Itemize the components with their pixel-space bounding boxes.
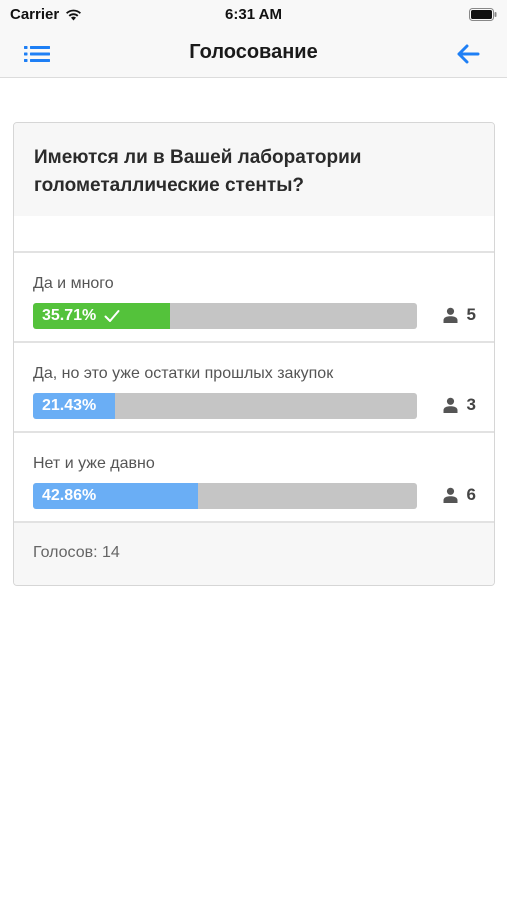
option-voters[interactable]: 6 — [443, 485, 476, 505]
option-voters[interactable]: 3 — [443, 395, 476, 415]
option-percent: 35.71% — [42, 307, 120, 325]
poll-option[interactable]: Нет и уже давно 42.86% 6 — [14, 433, 494, 523]
option-vote-count: 6 — [466, 485, 476, 504]
option-percent-text: 35.71% — [42, 307, 97, 324]
person-icon — [443, 487, 458, 503]
status-time: 6:31 AM — [225, 6, 282, 23]
person-icon — [443, 397, 458, 413]
arrow-left-icon — [457, 44, 480, 64]
battery-icon — [469, 8, 497, 21]
option-voters[interactable]: 5 — [443, 305, 476, 325]
option-progress-bar: 42.86% — [33, 483, 417, 509]
poll-option[interactable]: Да и много 35.71% 5 — [14, 253, 494, 343]
option-label: Да, но это уже остатки прошлых закупок — [33, 365, 334, 382]
option-percent-text: 21.43% — [42, 397, 97, 414]
option-label: Нет и уже давно — [33, 455, 155, 472]
navigation-bar: Голосование — [0, 30, 507, 78]
checkmark-icon — [104, 310, 120, 322]
poll-card: Имеются ли в Вашей лаборатории голометал… — [13, 122, 495, 586]
option-progress-bar: 21.43% — [33, 393, 417, 419]
option-percent: 42.86% — [42, 487, 96, 505]
option-label: Да и много — [33, 275, 114, 292]
status-bar: Carrier 6:31 AM — [0, 0, 507, 30]
person-icon — [443, 307, 458, 323]
option-vote-count: 3 — [466, 395, 476, 414]
option-progress-bar: 35.71% — [33, 303, 417, 329]
page-title: Голосование — [189, 41, 318, 63]
option-vote-count: 5 — [466, 305, 476, 324]
poll-option[interactable]: Да, но это уже остатки прошлых закупок 2… — [14, 343, 494, 433]
poll-total-votes: Голосов: 14 — [14, 523, 494, 585]
back-button[interactable] — [453, 40, 483, 68]
poll-question: Имеются ли в Вашей лаборатории голометал… — [14, 123, 494, 216]
option-percent: 21.43% — [42, 397, 96, 415]
option-percent-text: 42.86% — [42, 487, 97, 504]
